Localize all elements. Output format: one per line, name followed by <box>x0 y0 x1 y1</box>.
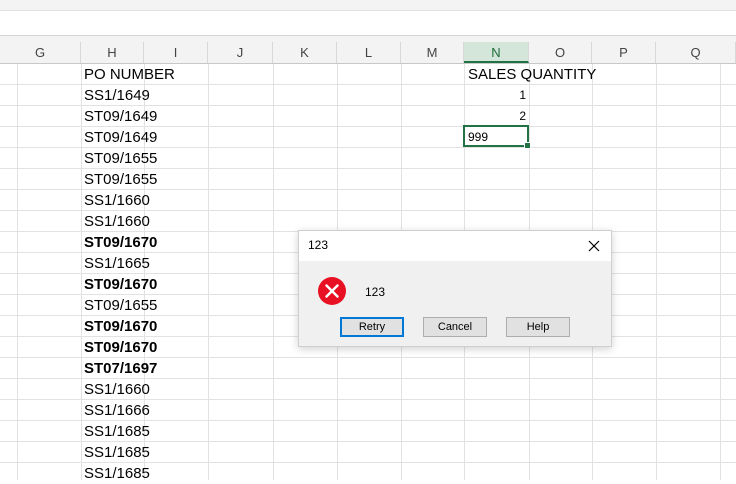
sales-cell[interactable]: 2 <box>464 106 526 127</box>
po-cell[interactable]: ST09/1670 <box>84 316 157 337</box>
error-icon <box>317 276 347 311</box>
po-cell[interactable]: ST09/1649 <box>84 127 157 148</box>
header-po-number[interactable]: PO NUMBER <box>84 64 175 85</box>
po-cell[interactable]: ST09/1670 <box>84 274 157 295</box>
po-cell[interactable]: SS1/1685 <box>84 463 150 484</box>
po-cell[interactable]: ST09/1649 <box>84 106 157 127</box>
po-cell[interactable]: ST07/1697 <box>84 358 157 379</box>
header-sales-quantity[interactable]: SALES QUANTITY <box>468 64 596 85</box>
po-cell[interactable]: ST09/1655 <box>84 148 157 169</box>
column-header-o[interactable]: O <box>529 42 592 63</box>
sales-cell[interactable]: 1 <box>464 85 526 106</box>
retry-button[interactable]: Retry <box>340 317 404 337</box>
formula-bar[interactable] <box>0 11 736 36</box>
column-header-g[interactable]: G <box>0 42 81 63</box>
po-cell[interactable]: SS1/1660 <box>84 190 150 211</box>
dialog-title-bar[interactable]: 123 <box>299 231 611 261</box>
message-dialog: 123 123 Retry Cancel Help <box>298 230 612 347</box>
po-cell[interactable]: ST09/1670 <box>84 337 157 358</box>
po-cell[interactable]: ST09/1655 <box>84 295 157 316</box>
po-cell[interactable]: SS1/1660 <box>84 211 150 232</box>
po-cell[interactable]: SS1/1660 <box>84 379 150 400</box>
column-header-k[interactable]: K <box>273 42 337 63</box>
column-header-p[interactable]: P <box>592 42 656 63</box>
po-cell[interactable]: SS1/1666 <box>84 400 150 421</box>
dialog-title: 123 <box>308 238 329 252</box>
po-cell[interactable]: SS1/1649 <box>84 85 150 106</box>
column-header-j[interactable]: J <box>208 42 273 63</box>
po-cell[interactable]: ST09/1670 <box>84 232 157 253</box>
help-button[interactable]: Help <box>506 317 570 337</box>
column-header-q[interactable]: Q <box>656 42 736 63</box>
ribbon-edge <box>0 0 736 11</box>
po-cell[interactable]: SS1/1685 <box>84 442 150 463</box>
column-header-n[interactable]: N <box>464 42 529 63</box>
cancel-button[interactable]: Cancel <box>423 317 487 337</box>
column-header-l[interactable]: L <box>337 42 401 63</box>
po-cell[interactable]: SS1/1665 <box>84 253 150 274</box>
close-icon[interactable] <box>581 234 607 258</box>
fill-handle[interactable] <box>524 142 531 149</box>
active-cell-value: 999 <box>468 130 489 144</box>
po-cell[interactable]: ST09/1655 <box>84 169 157 190</box>
active-cell[interactable]: 999 <box>463 125 531 149</box>
dialog-message: 123 <box>365 285 386 299</box>
column-header-m[interactable]: M <box>401 42 464 63</box>
po-cell[interactable]: SS1/1685 <box>84 421 150 442</box>
column-header-i[interactable]: I <box>144 42 208 63</box>
column-headers: G H I J K L M N O P Q <box>0 42 736 64</box>
column-header-h[interactable]: H <box>81 42 144 63</box>
